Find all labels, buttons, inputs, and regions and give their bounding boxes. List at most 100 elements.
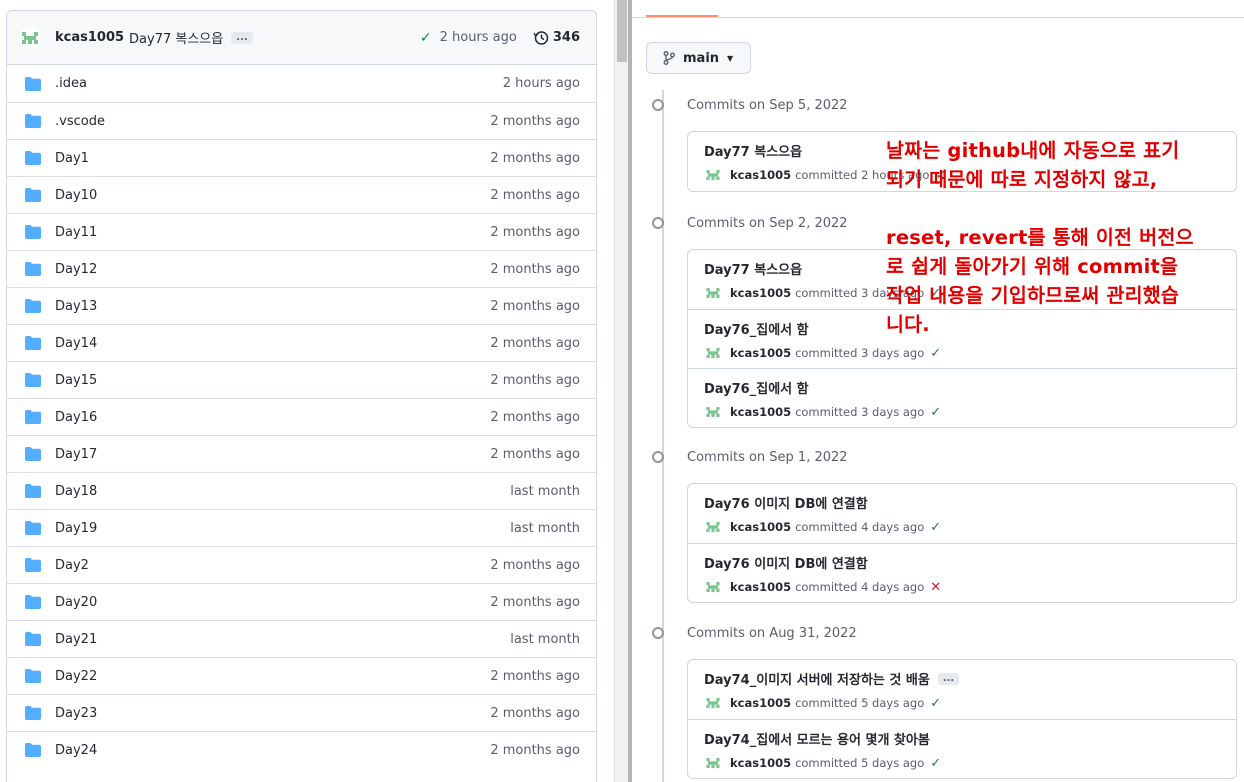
commit-author[interactable]: kcas1005 <box>730 756 791 770</box>
avatar-icon[interactable] <box>704 403 722 421</box>
file-age[interactable]: 2 months ago <box>490 669 580 684</box>
file-name[interactable]: Day18 <box>55 484 97 499</box>
commit-author[interactable]: kcas1005 <box>730 696 791 710</box>
commit-message[interactable]: Day77 복스으읍 <box>704 141 802 160</box>
file-row[interactable]: Day17 2 months ago <box>7 435 596 472</box>
file-row[interactable]: Day19 last month <box>7 509 596 546</box>
check-icon[interactable]: ✓ <box>420 30 432 46</box>
file-name[interactable]: Day20 <box>55 595 97 610</box>
check-icon[interactable]: ✓ <box>930 696 941 711</box>
check-icon[interactable]: ✓ <box>930 405 941 420</box>
commit-message[interactable]: Day76_집에서 함 <box>704 319 809 338</box>
file-row[interactable]: Day24 2 months ago <box>7 731 596 768</box>
file-row[interactable]: Day12 2 months ago <box>7 250 596 287</box>
file-name[interactable]: Day17 <box>55 447 97 462</box>
file-age[interactable]: 2 months ago <box>490 558 580 573</box>
expand-message-button[interactable]: ... <box>937 672 960 685</box>
commit-message[interactable]: Day76 이미지 DB에 연결함 <box>704 553 868 572</box>
file-age[interactable]: 2 months ago <box>490 410 580 425</box>
file-age[interactable]: 2 months ago <box>490 225 580 240</box>
file-age[interactable]: 2 months ago <box>490 743 580 758</box>
check-icon[interactable]: ✓ <box>930 756 941 771</box>
commit-message[interactable]: Day74_이미지 서버에 저장하는 것 배움 <box>704 669 930 688</box>
file-row[interactable]: Day16 2 months ago <box>7 398 596 435</box>
file-row[interactable]: Day18 last month <box>7 472 596 509</box>
file-age[interactable]: 2 months ago <box>490 595 580 610</box>
file-age[interactable]: last month <box>510 632 580 647</box>
commit-author[interactable]: kcas1005 <box>730 286 791 300</box>
file-age[interactable]: 2 months ago <box>490 336 580 351</box>
file-name[interactable]: Day14 <box>55 336 97 351</box>
check-icon[interactable]: ✓ <box>930 346 941 361</box>
avatar-icon[interactable] <box>704 578 722 596</box>
file-name[interactable]: Day13 <box>55 299 97 314</box>
file-name[interactable]: Day10 <box>55 188 97 203</box>
commit-message[interactable]: Day74_집에서 모르는 용어 몇개 찾아봄 <box>704 729 930 748</box>
file-row[interactable]: Day13 2 months ago <box>7 287 596 324</box>
file-row[interactable]: .idea 2 hours ago <box>7 65 596 102</box>
file-name[interactable]: Day23 <box>55 706 97 721</box>
file-name[interactable]: .idea <box>55 76 87 91</box>
file-name[interactable]: Day24 <box>55 743 97 758</box>
scrollbar-track[interactable] <box>614 0 628 782</box>
branch-select-button[interactable]: main ▼ <box>646 42 751 74</box>
file-age[interactable]: last month <box>510 521 580 536</box>
commit-author[interactable]: kcas1005 <box>730 405 791 419</box>
file-name[interactable]: Day1 <box>55 151 89 166</box>
file-row[interactable]: Day2 2 months ago <box>7 546 596 583</box>
avatar-icon[interactable] <box>704 284 722 302</box>
avatar-icon[interactable] <box>704 694 722 712</box>
file-name[interactable]: Day16 <box>55 410 97 425</box>
file-row[interactable]: Day15 2 months ago <box>7 361 596 398</box>
commit-author[interactable]: kcas1005 <box>730 520 791 534</box>
file-name[interactable]: Day2 <box>55 558 89 573</box>
file-list-box: kcas1005 Day77 복스으읍 ... ✓ 2 hours ago 34… <box>6 10 597 782</box>
avatar-icon[interactable] <box>704 518 722 536</box>
file-row[interactable]: Day11 2 months ago <box>7 213 596 250</box>
file-name[interactable]: Day11 <box>55 225 97 240</box>
file-row[interactable]: Day1 2 months ago <box>7 139 596 176</box>
latest-commit-time[interactable]: 2 hours ago <box>440 30 517 45</box>
file-row[interactable]: Day10 2 months ago <box>7 176 596 213</box>
file-age[interactable]: 2 months ago <box>490 706 580 721</box>
check-icon[interactable]: ✓ <box>930 520 941 535</box>
file-row[interactable]: Day23 2 months ago <box>7 694 596 731</box>
file-age[interactable]: 2 months ago <box>490 114 580 129</box>
file-age[interactable]: 2 hours ago <box>503 76 580 91</box>
file-name[interactable]: Day21 <box>55 632 97 647</box>
file-age[interactable]: 2 months ago <box>490 299 580 314</box>
commit-author[interactable]: kcas1005 <box>730 168 791 182</box>
file-row[interactable]: Day14 2 months ago <box>7 324 596 361</box>
avatar-icon[interactable] <box>704 166 722 184</box>
file-name[interactable]: Day12 <box>55 262 97 277</box>
file-age[interactable]: 2 months ago <box>490 447 580 462</box>
commit-author[interactable]: kcas1005 <box>730 580 791 594</box>
file-age[interactable]: 2 months ago <box>490 151 580 166</box>
latest-commit-author[interactable]: kcas1005 <box>55 30 124 45</box>
file-row[interactable]: Day22 2 months ago <box>7 657 596 694</box>
file-age[interactable]: last month <box>510 484 580 499</box>
file-name[interactable]: Day15 <box>55 373 97 388</box>
file-name[interactable]: .vscode <box>55 114 105 129</box>
file-name[interactable]: Day19 <box>55 521 97 536</box>
file-row[interactable]: Day20 2 months ago <box>7 583 596 620</box>
x-icon[interactable]: ✕ <box>930 580 941 595</box>
file-age[interactable]: 2 months ago <box>490 188 580 203</box>
file-name[interactable]: Day22 <box>55 669 97 684</box>
file-age[interactable]: 2 months ago <box>490 262 580 277</box>
file-row[interactable]: Day21 last month <box>7 620 596 657</box>
commit-message[interactable]: Day76_집에서 함 <box>704 378 809 397</box>
commit-message[interactable]: Day77 복스으읍 <box>704 259 802 278</box>
avatar-icon[interactable] <box>704 344 722 362</box>
expand-message-button[interactable]: ... <box>231 31 253 44</box>
commit-author[interactable]: kcas1005 <box>730 346 791 360</box>
commit-count[interactable]: 346 <box>553 30 580 45</box>
folder-icon <box>25 262 41 276</box>
commit-message[interactable]: Day76 이미지 DB에 연결함 <box>704 493 868 512</box>
avatar-icon[interactable] <box>19 26 41 49</box>
file-row[interactable]: .vscode 2 months ago <box>7 102 596 139</box>
avatar-icon[interactable] <box>704 754 722 772</box>
scrollbar-thumb[interactable] <box>617 0 627 62</box>
file-age[interactable]: 2 months ago <box>490 373 580 388</box>
latest-commit-message[interactable]: Day77 복스으읍 <box>129 28 223 47</box>
